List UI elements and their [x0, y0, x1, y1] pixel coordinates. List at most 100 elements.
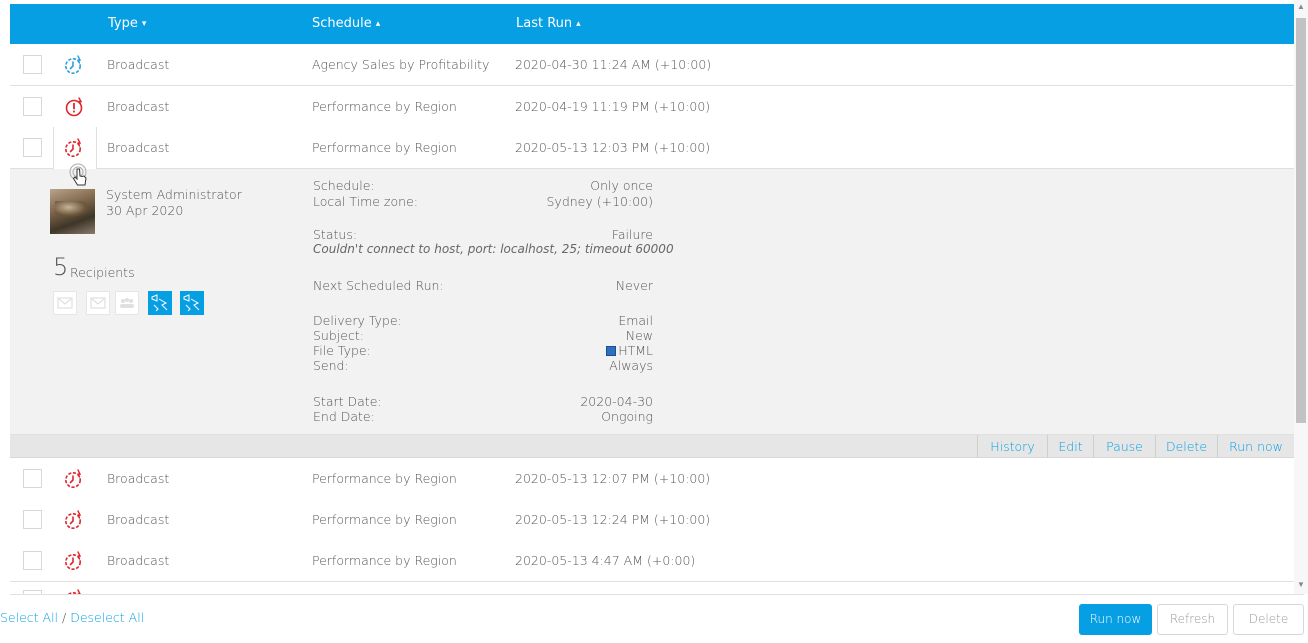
row-last-run: 2020-05-13 4:47 AM (+0:00) — [515, 553, 696, 568]
selection-links: Select All / Deselect All — [0, 610, 144, 625]
recipient-broadcast-icon[interactable] — [148, 291, 172, 315]
pause-button[interactable]: Pause — [1093, 435, 1155, 458]
detail-value: Only once — [590, 178, 653, 193]
row-last-run: 2020-05-13 12:07 PM (+10:00) — [515, 471, 711, 486]
scrollbar-thumb[interactable] — [1296, 18, 1306, 423]
schedule-detail-panel: System Administrator 30 Apr 2020 5 Recip… — [10, 163, 1294, 435]
detail-value: Failure — [611, 227, 653, 242]
alert-icon[interactable] — [63, 96, 85, 118]
row-schedule-name[interactable]: Performance by Region — [312, 86, 457, 128]
table-row[interactable]: Broadcast Performance by Region 2020-05-… — [10, 540, 1294, 582]
row-type: Broadcast — [107, 512, 170, 527]
detail-value: 2020-04-30 — [580, 394, 653, 409]
scroll-down-icon[interactable]: ▼ — [1297, 580, 1305, 589]
row-last-run: 2020-04-30 11:24 AM (+10:00) — [515, 57, 712, 72]
column-header-schedule[interactable]: Schedule ▴ — [312, 4, 380, 44]
detail-value: Ongoing — [601, 409, 653, 424]
refresh-button[interactable]: Refresh — [1157, 604, 1228, 635]
footer-bar: Select All / Deselect All Run now Refres… — [0, 594, 1304, 643]
row-type: Broadcast — [107, 553, 170, 568]
file-type-value: HTML — [618, 343, 653, 358]
row-checkbox[interactable] — [23, 510, 42, 529]
row-schedule-name[interactable]: Performance by Region — [312, 499, 457, 541]
detail-start-date: Start Date: 2020-04-30 — [313, 394, 653, 409]
scroll-up-icon[interactable]: ▲ — [1297, 2, 1305, 11]
table-row[interactable]: Broadcast Performance by Region 2020-04-… — [10, 86, 1294, 128]
schedule-failed-icon[interactable] — [63, 137, 85, 159]
edit-button[interactable]: Edit — [1047, 435, 1093, 458]
sort-asc-icon: ▴ — [375, 19, 381, 29]
detail-key: Next Scheduled Run: — [313, 278, 444, 293]
row-checkbox[interactable] — [23, 97, 42, 116]
row-checkbox[interactable] — [23, 469, 42, 488]
schedule-manager: Type ▾ Schedule ▴ Last Run ▴ Broadcast Agen… — [10, 0, 1294, 643]
table-row-expanded[interactable]: Broadcast Performance by Region 2020-05-… — [10, 127, 1294, 170]
table-row[interactable]: Broadcast Agency Sales by Profitability … — [10, 44, 1294, 86]
run-now-button[interactable]: Run now — [1217, 435, 1294, 458]
schedule-failed-icon[interactable] — [63, 550, 85, 572]
row-schedule-name[interactable]: Performance by Region — [312, 458, 457, 500]
detail-key: Subject: — [313, 328, 364, 343]
creator-name: System Administrator — [106, 187, 242, 202]
row-schedule-name[interactable]: Agency Sales by Profitability — [312, 44, 489, 86]
row-type: Broadcast — [107, 57, 170, 72]
detail-key: Local Time zone: — [313, 194, 418, 209]
detail-value: Sydney (+10:00) — [546, 194, 653, 209]
creator-info: System Administrator 30 Apr 2020 — [106, 187, 242, 219]
table-row[interactable]: Broadcast Performance by Region 2020-05-… — [10, 458, 1294, 500]
run-now-footer-button[interactable]: Run now — [1079, 604, 1152, 635]
column-schedule-label: Schedule — [312, 16, 372, 31]
row-type: Broadcast — [107, 140, 170, 155]
detail-key: Delivery Type: — [313, 313, 402, 328]
detail-value: Never — [615, 278, 653, 293]
detail-key: Status: — [313, 227, 358, 242]
detail-value: New — [625, 328, 653, 343]
detail-file-type: File Type: HTML — [313, 343, 653, 358]
delete-button[interactable]: Delete — [1155, 435, 1217, 458]
detail-subject: Subject: New — [313, 328, 653, 343]
select-all-link[interactable]: Select All — [0, 610, 58, 625]
detail-key: File Type: — [313, 343, 371, 358]
recipient-label: Recipients — [70, 265, 135, 280]
detail-status: Status: Failure — [313, 227, 653, 242]
status-error-message: Couldn't connect to host, port: localhos… — [313, 242, 674, 256]
row-schedule-name[interactable]: Performance by Region — [312, 127, 457, 169]
recipient-email-icon[interactable] — [53, 291, 77, 315]
html-file-icon — [606, 346, 617, 356]
vertical-scrollbar[interactable]: ▲ ▼ — [1294, 0, 1308, 594]
detail-key: Send: — [313, 358, 349, 373]
recipient-broadcast-icon[interactable] — [180, 291, 204, 315]
schedule-failed-icon[interactable] — [63, 509, 85, 531]
detail-next-run: Next Scheduled Run: Never — [313, 278, 653, 293]
detail-send: Send: Always — [313, 358, 653, 373]
hand-cursor-icon — [69, 163, 87, 186]
sort-desc-icon: ▾ — [141, 19, 147, 29]
table-header: Type ▾ Schedule ▴ Last Run ▴ — [10, 4, 1294, 44]
recipient-count: 5 — [53, 253, 69, 281]
detail-value: Always — [609, 358, 653, 373]
row-checkbox[interactable] — [23, 138, 42, 157]
detail-schedule: Schedule: Only once — [313, 178, 653, 193]
schedule-ok-icon[interactable] — [63, 54, 85, 76]
recipient-group-icon[interactable] — [115, 291, 139, 315]
detail-key: Start Date: — [313, 394, 382, 409]
column-last-run-label: Last Run — [516, 16, 573, 31]
deselect-all-link[interactable]: Deselect All — [70, 610, 144, 625]
row-last-run: 2020-05-13 12:24 PM (+10:00) — [515, 512, 711, 527]
table-row-partial — [10, 582, 1294, 594]
history-button[interactable]: History — [977, 435, 1047, 458]
detail-timezone: Local Time zone: Sydney (+10:00) — [313, 194, 653, 209]
column-header-type[interactable]: Type ▾ — [108, 4, 146, 44]
row-checkbox[interactable] — [23, 551, 42, 570]
detail-delivery-type: Delivery Type: Email — [313, 313, 653, 328]
row-schedule-name[interactable]: Performance by Region — [312, 540, 457, 582]
row-checkbox[interactable] — [23, 55, 42, 74]
column-type-label: Type — [108, 16, 138, 31]
schedule-failed-icon[interactable] — [63, 468, 85, 490]
column-header-last-run[interactable]: Last Run ▴ — [516, 4, 581, 44]
table-row[interactable]: Broadcast Performance by Region 2020-05-… — [10, 499, 1294, 541]
recipient-email-icon[interactable] — [86, 291, 110, 315]
created-date: 30 Apr 2020 — [106, 203, 184, 218]
delete-footer-button[interactable]: Delete — [1233, 604, 1304, 635]
detail-key: Schedule: — [313, 178, 375, 193]
